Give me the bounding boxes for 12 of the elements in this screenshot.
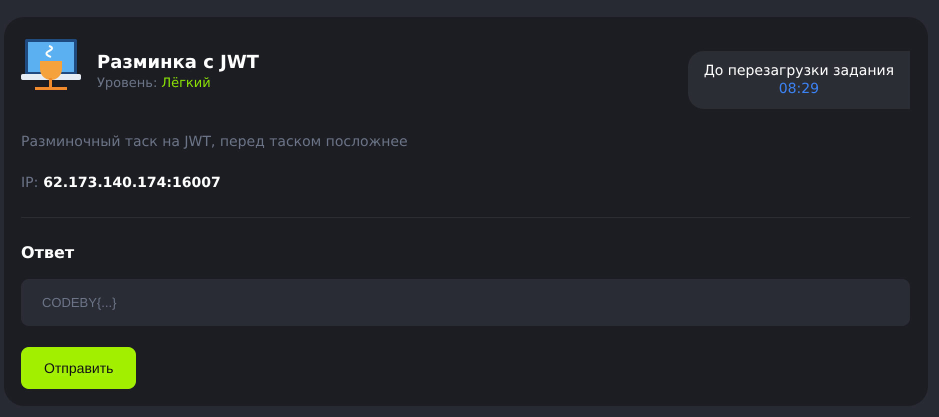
ip-value: 62.173.140.174:16007 [43, 175, 221, 191]
level-value: Лёгкий [161, 76, 211, 90]
answer-heading: Ответ [21, 243, 76, 262]
level-label: Уровень: [97, 76, 158, 90]
task-title: Разминка с JWT [97, 52, 259, 72]
timer-value: 08:29 [778, 81, 820, 97]
answer-field[interactable]: CODEBY{...} [21, 279, 910, 326]
timer-label: До перезагрузки задания [704, 63, 894, 79]
ip-label: IP: [21, 175, 38, 191]
submit-button[interactable]: Отправить [21, 347, 136, 389]
task-description: Разминочный таск на JWT, перед таском посложнее [21, 134, 409, 150]
laptop-cup-icon [21, 38, 81, 92]
